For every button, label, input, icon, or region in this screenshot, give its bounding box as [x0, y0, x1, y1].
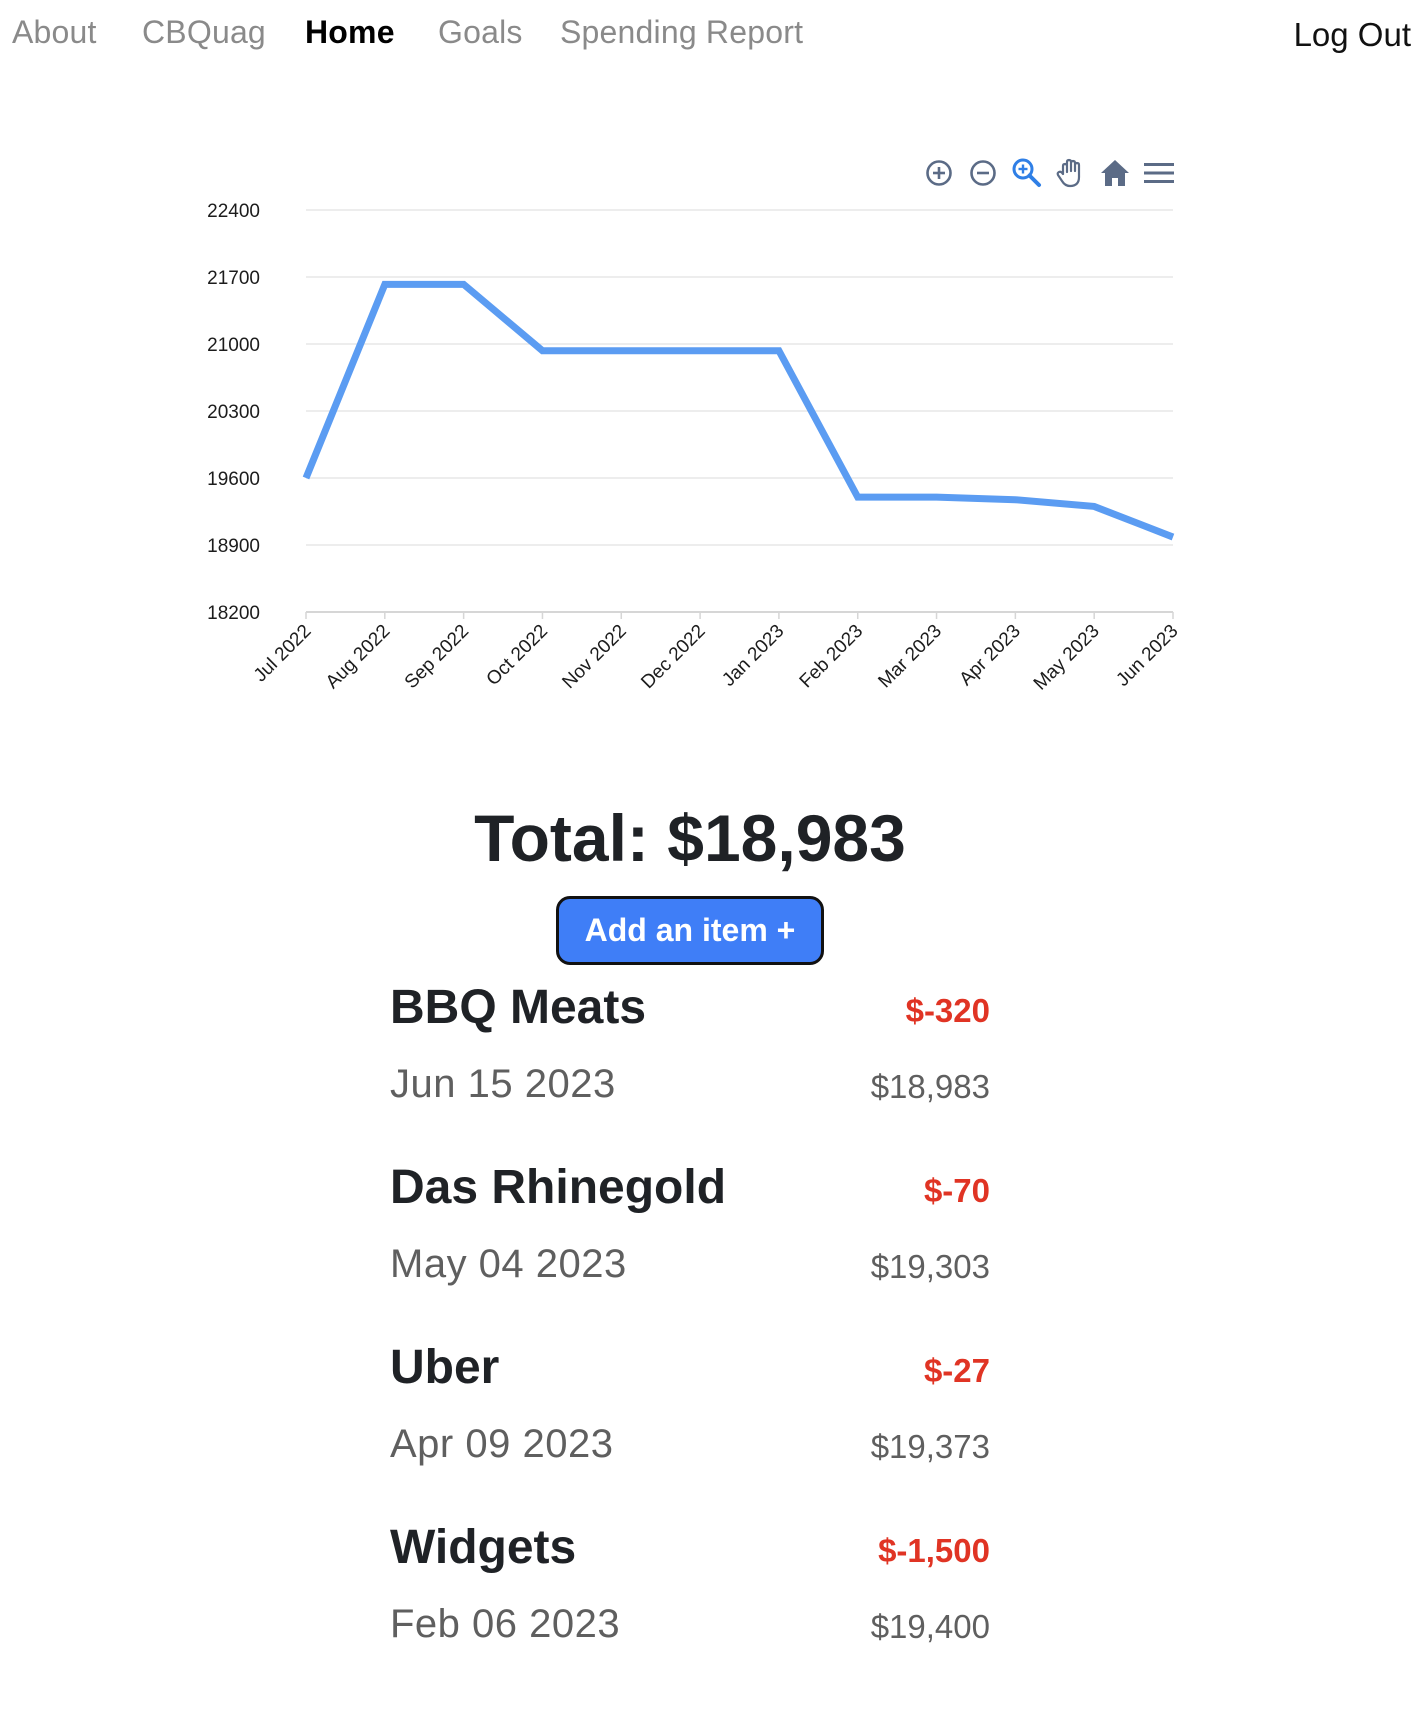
- balance-chart: 18200 18900 19600 20300 21000 21700 22400 Jul 2…: [180, 140, 1200, 740]
- list-item[interactable]: Uber $-27 Apr 09 2023 $19,373: [390, 1340, 990, 1520]
- list-item[interactable]: BBQ Meats $-320 Jun 15 2023 $18,983: [390, 980, 990, 1160]
- item-balance: $18,983: [870, 1068, 990, 1105]
- item-amount: $-70: [923, 1172, 990, 1209]
- top-nav: About CBQuag Home Goals Spending Report …: [0, 0, 1421, 75]
- x-tick-label: Jan 2023: [718, 621, 788, 691]
- y-tick-label: 20300: [207, 402, 260, 423]
- x-tick-label: May 2023: [1030, 621, 1104, 695]
- y-tick-label: 21700: [207, 268, 260, 289]
- total-balance: Total: $18,983: [474, 801, 906, 875]
- x-tick-label: Nov 2022: [558, 621, 630, 693]
- item-date: Feb 06 2023: [390, 1602, 621, 1646]
- x-tick-label: Oct 2022: [483, 621, 552, 690]
- nav-link-home[interactable]: Home: [305, 14, 395, 51]
- logout-link[interactable]: Log Out: [1294, 16, 1411, 54]
- nav-link-goals[interactable]: Goals: [438, 14, 523, 51]
- item-amount: $-27: [923, 1352, 990, 1389]
- item-name: Das Rhinegold: [390, 1161, 727, 1214]
- x-tick-label: Mar 2023: [874, 621, 946, 693]
- y-tick-label: 19600: [207, 469, 260, 490]
- selection-zoom-icon[interactable]: [1008, 156, 1046, 190]
- item-date: May 04 2023: [390, 1242, 627, 1286]
- item-amount: $-1,500: [878, 1532, 990, 1569]
- y-tick-label: 21000: [207, 335, 260, 356]
- nav-link-spending-report[interactable]: Spending Report: [560, 14, 803, 51]
- zoom-in-icon[interactable]: [920, 156, 958, 190]
- item-date: Jun 15 2023: [390, 1062, 616, 1106]
- item-balance: $19,303: [870, 1248, 990, 1285]
- add-item-button[interactable]: Add an item +: [556, 896, 824, 965]
- item-name: BBQ Meats: [390, 981, 647, 1034]
- x-tick-label: Apr 2023: [956, 621, 1025, 690]
- nav-link-cbquag[interactable]: CBQuag: [142, 14, 266, 51]
- item-balance: $19,373: [870, 1428, 990, 1465]
- menu-icon[interactable]: [1140, 156, 1178, 190]
- reset-home-icon[interactable]: [1096, 156, 1134, 190]
- x-tick-label: Feb 2023: [796, 621, 868, 693]
- pan-hand-icon[interactable]: [1052, 156, 1090, 190]
- balance-chart-svg[interactable]: 18200 18900 19600 20300 21000 21700 22400 Jul 2…: [180, 140, 1200, 740]
- item-name: Uber: [390, 1341, 500, 1394]
- chart-toolbar: [920, 156, 1178, 190]
- x-tick-label: Sep 2022: [401, 621, 473, 693]
- zoom-out-icon[interactable]: [964, 156, 1002, 190]
- item-balance: $19,400: [870, 1608, 990, 1645]
- list-item[interactable]: Das Rhinegold $-70 May 04 2023 $19,303: [390, 1160, 990, 1340]
- nav-link-about[interactable]: About: [12, 14, 97, 51]
- item-date: Apr 09 2023: [390, 1422, 614, 1466]
- x-tick-label: Aug 2022: [322, 621, 394, 693]
- x-tick-label: Jul 2022: [250, 621, 316, 687]
- x-tick-label: Dec 2022: [637, 621, 709, 693]
- x-tick-label: Jun 2023: [1112, 621, 1182, 691]
- y-tick-label: 18900: [207, 536, 260, 557]
- item-name: Widgets: [390, 1521, 577, 1574]
- y-tick-label: 18200: [207, 603, 260, 624]
- y-tick-label: 22400: [207, 201, 260, 222]
- transaction-list: BBQ Meats $-320 Jun 15 2023 $18,983 Das …: [390, 980, 990, 1700]
- item-amount: $-320: [905, 992, 990, 1029]
- list-item[interactable]: Widgets $-1,500 Feb 06 2023 $19,400: [390, 1520, 990, 1700]
